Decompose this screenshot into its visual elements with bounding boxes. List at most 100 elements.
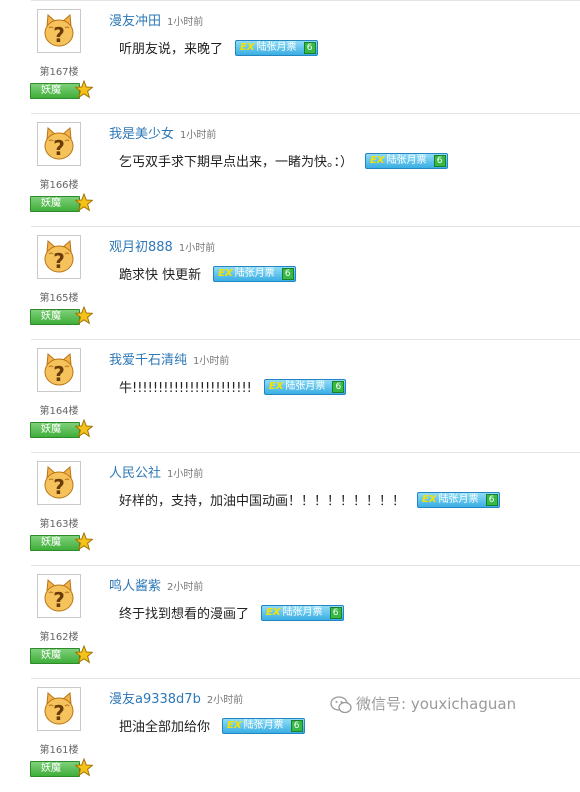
username-link[interactable]: 观月初888 <box>109 240 173 255</box>
ticket-label: 陆张月票 <box>256 41 297 53</box>
cat-question-mark-avatar-icon: ? <box>44 126 74 160</box>
ticket-label: 陆张月票 <box>438 493 479 505</box>
username-link[interactable]: 鸣人酱紫 <box>109 579 161 594</box>
timestamp: 1小时前 <box>167 469 204 480</box>
username-link[interactable]: 漫友冲田 <box>109 14 161 29</box>
monthly-ticket-badge[interactable]: EX 陆张月票 6 <box>417 491 500 508</box>
rank-badge: 妖魔 <box>30 648 80 664</box>
comment-item: ? 第164楼 妖魔 我爱千石清纯 1小时前 牛!!!!!!!!!!!!!!!!!… <box>30 339 580 453</box>
comment-header: 人民公社 1小时前 <box>109 462 203 481</box>
ticket-prefix: EX <box>218 267 233 279</box>
star-icon <box>75 532 93 551</box>
ticket-label: 陆张月票 <box>386 154 427 166</box>
timestamp: 1小时前 <box>180 130 217 141</box>
avatar[interactable]: ? <box>37 348 81 392</box>
svg-text:?: ? <box>53 136 65 160</box>
ticket-label: 陆张月票 <box>234 267 275 279</box>
svg-text:?: ? <box>53 475 65 499</box>
ticket-label: 陆张月票 <box>285 380 326 392</box>
floor-number: 第167楼 <box>39 67 79 78</box>
avatar[interactable]: ? <box>37 574 81 618</box>
comment-header: 我是美少女 1小时前 <box>109 123 216 142</box>
timestamp: 1小时前 <box>178 243 216 254</box>
username-link[interactable]: 我是美少女 <box>109 127 174 142</box>
rank-badge: 妖魔 <box>30 309 80 325</box>
comment-item: ? 第166楼 妖魔 我是美少女 1小时前 乞丐双手求下期早点出来，一睹为快。：）… <box>30 113 580 227</box>
username-link[interactable]: 我爱千石清纯 <box>109 353 187 368</box>
comment-header: 鸣人酱紫 2小时前 <box>109 575 203 594</box>
comment-item: ? 第163楼 妖魔 人民公社 1小时前 好样的，支持，加油中国动画！！！！！！！… <box>30 452 580 566</box>
avatar[interactable]: ? <box>37 122 81 166</box>
svg-text:?: ? <box>53 23 65 47</box>
avatar[interactable]: ? <box>37 9 81 53</box>
comment-body: 乞丐双手求下期早点出来，一睹为快。：） EX 陆张月票 6 <box>119 151 448 170</box>
monthly-ticket-badge[interactable]: EX 陆张月票 6 <box>365 152 448 169</box>
ticket-prefix: EX <box>268 380 284 392</box>
monthly-ticket-badge[interactable]: EX 陆张月票 6 <box>222 717 305 734</box>
ticket-prefix: EX <box>266 606 281 618</box>
comment-text: 乞丐双手求下期早点出来，一睹为快。：） <box>119 155 354 170</box>
ticket-count: 6 <box>433 154 446 167</box>
comment-body: 把油全部加给你 EX 陆张月票 6 <box>119 716 305 735</box>
comment-header: 我爱千石清纯 1小时前 <box>109 349 229 368</box>
comment-text: 跪求快 快更新 <box>119 268 202 283</box>
star-icon <box>75 645 93 664</box>
comment-text: 把油全部加给你 <box>119 720 211 735</box>
cat-question-mark-avatar-icon: ? <box>44 13 74 47</box>
cat-question-mark-avatar-icon: ? <box>44 239 74 273</box>
ticket-count: 6 <box>485 493 498 506</box>
rank-badge: 妖魔 <box>30 535 80 551</box>
comment-text: 终于找到想看的漫画了 <box>119 607 250 622</box>
floor-number: 第164楼 <box>39 406 79 417</box>
comment-text: 好样的，支持，加油中国动画！！！！！！！！！ <box>119 494 406 509</box>
svg-text:?: ? <box>53 362 65 386</box>
comment-body: 牛!!!!!!!!!!!!!!!!!!!!!!! EX 陆张月票 6 <box>119 377 347 396</box>
wechat-icon <box>330 695 352 713</box>
comment-header: 观月初888 1小时前 <box>109 236 215 255</box>
ticket-count: 6 <box>332 380 345 393</box>
svg-text:?: ? <box>53 701 65 725</box>
floor-number: 第162楼 <box>39 632 79 643</box>
star-icon <box>75 193 93 212</box>
floor-number: 第163楼 <box>39 519 79 530</box>
floor-number: 第166楼 <box>39 180 79 191</box>
timestamp: 2小时前 <box>167 582 204 593</box>
username-link[interactable]: 人民公社 <box>109 466 161 481</box>
ticket-count: 6 <box>303 41 316 54</box>
ticket-count: 6 <box>290 719 303 732</box>
svg-text:?: ? <box>53 249 65 273</box>
monthly-ticket-badge[interactable]: EX 陆张月票 6 <box>235 39 318 56</box>
comment-text: 听朋友说，来晚了 <box>119 42 224 57</box>
comment-item: ? 第167楼 妖魔 漫友冲田 1小时前 听朋友说，来晚了 EX 陆张月票 6 <box>30 0 580 114</box>
cat-question-mark-avatar-icon: ? <box>44 691 74 725</box>
svg-text:?: ? <box>53 588 65 612</box>
comment-item: ? 第165楼 妖魔 观月初888 1小时前 跪求快 快更新 EX 陆张月票 6 <box>30 226 580 340</box>
ticket-prefix: EX <box>240 41 255 53</box>
username-link[interactable]: 漫友a9338d7b <box>109 692 201 707</box>
comment-header: 漫友a9338d7b 2小时前 <box>109 688 243 707</box>
timestamp: 1小时前 <box>167 17 204 28</box>
comment-item: ? 第162楼 妖魔 鸣人酱紫 2小时前 终于找到想看的漫画了 EX 陆张月票 6 <box>30 565 580 679</box>
avatar[interactable]: ? <box>37 687 81 731</box>
avatar[interactable]: ? <box>37 461 81 505</box>
monthly-ticket-badge[interactable]: EX 陆张月票 6 <box>261 604 344 621</box>
rank-badge: 妖魔 <box>30 196 80 212</box>
timestamp: 2小时前 <box>206 695 244 706</box>
comment-header: 漫友冲田 1小时前 <box>109 10 203 29</box>
ticket-count: 6 <box>329 606 342 619</box>
rank-badge: 妖魔 <box>30 761 80 777</box>
ticket-prefix: EX <box>370 154 385 166</box>
star-icon <box>75 758 93 777</box>
ticket-prefix: EX <box>227 719 242 731</box>
star-icon <box>75 306 93 325</box>
cat-question-mark-avatar-icon: ? <box>44 465 74 499</box>
floor-number: 第161楼 <box>39 745 79 756</box>
star-icon <box>75 80 93 99</box>
monthly-ticket-badge[interactable]: EX 陆张月票 6 <box>213 265 296 282</box>
ticket-label: 陆张月票 <box>282 606 323 618</box>
monthly-ticket-badge[interactable]: EX 陆张月票 6 <box>263 378 347 395</box>
comment-body: 听朋友说，来晚了 EX 陆张月票 6 <box>119 38 318 57</box>
watermark-text: 微信号: youxichaguan <box>356 695 517 713</box>
avatar[interactable]: ? <box>37 235 81 279</box>
timestamp: 1小时前 <box>193 356 230 367</box>
